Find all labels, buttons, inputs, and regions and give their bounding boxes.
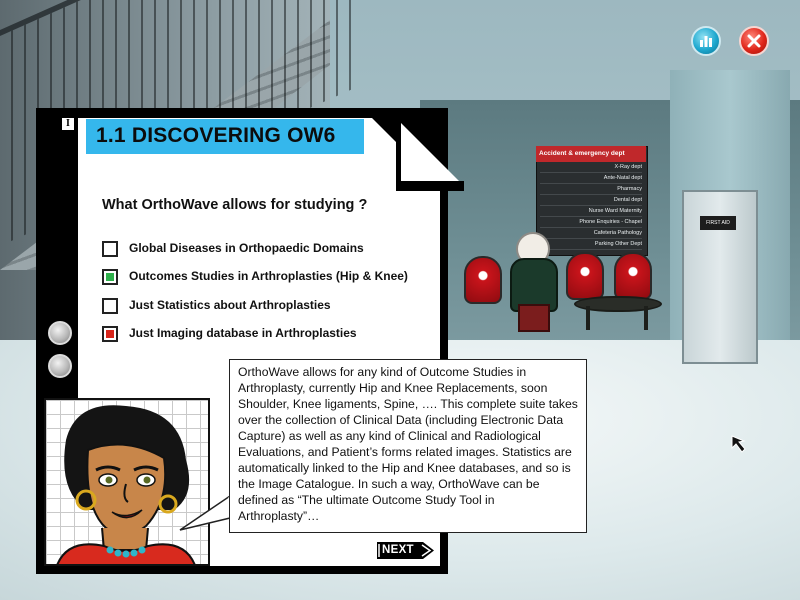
next-button-label: NEXT (382, 544, 414, 556)
info-icon[interactable]: I (62, 118, 74, 130)
checkbox-fill (106, 273, 114, 281)
door-sign: FIRST AID (700, 216, 736, 230)
explanation-text: OrthoWave allows for any kind of Outcome… (238, 365, 578, 523)
direction-sign-row: Phone Enquiries - Chapel (540, 217, 642, 228)
option-checkbox[interactable] (102, 269, 118, 285)
option-label: Just Statistics about Arthroplasties (129, 298, 331, 312)
quiz-question: What OrthoWave allows for studying ? (102, 197, 368, 213)
waiting-chair (566, 252, 604, 300)
close-icon (747, 34, 761, 48)
nav-round-button-upper[interactable] (48, 321, 72, 345)
next-button[interactable]: NEXT (377, 542, 435, 559)
table-leg (644, 306, 648, 330)
elderly-patient-character (506, 232, 558, 332)
waiting-chair (464, 256, 502, 304)
option-checkbox[interactable] (102, 298, 118, 314)
mouse-cursor-icon (731, 435, 746, 453)
lesson-title: 1.1 DISCOVERING OW6 (96, 124, 336, 147)
speech-bubble-tail (179, 494, 232, 531)
checkbox-fill (106, 302, 114, 310)
direction-sign-row: Pharmacy (540, 184, 642, 195)
direction-sign-row: Dental dept (540, 195, 642, 206)
character-legs (518, 304, 550, 332)
nav-round-button-lower[interactable] (48, 354, 72, 378)
waiting-chair (614, 252, 652, 300)
option-label: Outcomes Studies in Arthroplasties (Hip … (129, 269, 408, 283)
option-label: Global Diseases in Orthopaedic Domains (129, 241, 364, 255)
option-label: Just Imaging database in Arthroplasties (129, 326, 357, 340)
page-fold-corner (396, 118, 464, 191)
explanation-speech-bubble: OrthoWave allows for any kind of Outcome… (229, 359, 587, 533)
option-checkbox[interactable] (102, 241, 118, 257)
direction-sign-row: Nurse Ward Maternity (540, 206, 642, 217)
checkbox-fill (106, 330, 114, 338)
guide-character-portrait (44, 398, 210, 566)
direction-sign-header: Accident & emergency dept (536, 146, 646, 162)
bar-chart-icon (700, 36, 712, 47)
close-button[interactable] (739, 26, 769, 56)
stats-button[interactable] (691, 26, 721, 56)
direction-sign-row: Ante-Natal dept (540, 173, 642, 184)
table-leg (586, 306, 590, 330)
checkbox-fill (106, 245, 114, 253)
direction-sign-row: X-Ray dept (540, 162, 642, 173)
woman-character-illustration (56, 405, 196, 564)
option-checkbox[interactable] (102, 326, 118, 342)
